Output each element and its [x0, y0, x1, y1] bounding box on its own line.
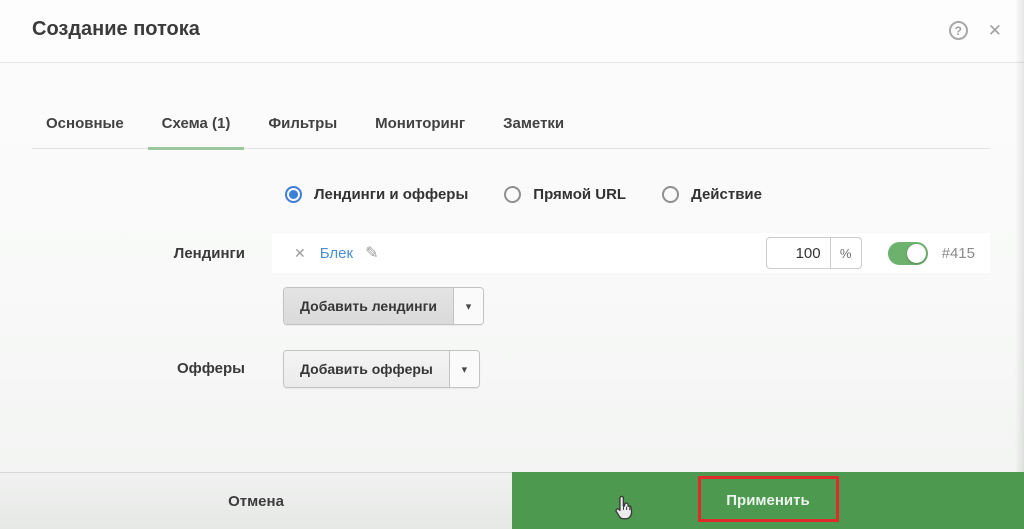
create-flow-modal: Создание потока ? ✕ Основные Схема (1) Ф… — [0, 0, 1024, 529]
scheme-type-radio-group: Лендинги и офферы Прямой URL Действие — [285, 186, 762, 203]
tab-osnovnye[interactable]: Основные — [32, 100, 138, 150]
add-offers-button[interactable]: Добавить офферы — [284, 351, 449, 387]
edit-pencil-icon[interactable]: ✎ — [365, 243, 378, 263]
radio-option-action[interactable]: Действие — [662, 186, 762, 203]
add-offers-split-button: Добавить офферы ▾ — [283, 350, 480, 388]
add-landings-dropdown[interactable]: ▾ — [453, 288, 483, 324]
offers-label: Офферы — [0, 360, 245, 377]
close-icon[interactable]: ✕ — [988, 22, 1002, 39]
tab-bar: Основные Схема (1) Фильтры Мониторинг За… — [32, 100, 990, 149]
modal-header: Создание потока ? ✕ — [0, 0, 1024, 63]
landings-label: Лендинги — [0, 245, 245, 262]
landing-id: #415 — [942, 245, 975, 262]
chevron-down-icon: ▾ — [462, 363, 468, 376]
add-landings-button[interactable]: Добавить лендинги — [284, 288, 453, 324]
tab-monitoring[interactable]: Мониторинг — [361, 100, 479, 150]
header-icons: ? ✕ — [949, 21, 1002, 40]
radio-selected-icon — [285, 186, 302, 203]
weight-input[interactable] — [767, 238, 830, 268]
landing-name-link[interactable]: Блек — [320, 245, 353, 262]
landing-item-row: ✕ Блек ✎ % #415 — [272, 233, 990, 273]
chevron-down-icon: ▾ — [466, 300, 472, 313]
radio-icon — [504, 186, 521, 203]
radio-icon — [662, 186, 679, 203]
tab-shema[interactable]: Схема (1) — [148, 100, 245, 150]
weight-input-group: % — [766, 237, 862, 269]
apply-button-label: Применить — [726, 492, 809, 509]
percent-suffix: % — [830, 238, 861, 268]
radio-option-landings-offers[interactable]: Лендинги и офферы — [285, 186, 468, 203]
landing-row-controls: % #415 — [766, 237, 975, 269]
page-edge-shadow — [1015, 0, 1024, 472]
remove-landing-icon[interactable]: ✕ — [294, 245, 306, 262]
apply-button[interactable]: Применить — [512, 472, 1024, 529]
radio-option-direct-url[interactable]: Прямой URL — [504, 186, 626, 203]
page-title: Создание потока — [32, 18, 200, 41]
add-landings-split-button: Добавить лендинги ▾ — [283, 287, 484, 325]
help-icon[interactable]: ? — [949, 21, 968, 40]
landing-enabled-toggle[interactable] — [888, 242, 928, 265]
cancel-button[interactable]: Отмена — [0, 472, 512, 529]
modal-footer: Отмена Применить — [0, 472, 1024, 529]
tab-filtry[interactable]: Фильтры — [254, 100, 351, 150]
tab-zametki[interactable]: Заметки — [489, 100, 578, 150]
add-offers-dropdown[interactable]: ▾ — [449, 351, 479, 387]
